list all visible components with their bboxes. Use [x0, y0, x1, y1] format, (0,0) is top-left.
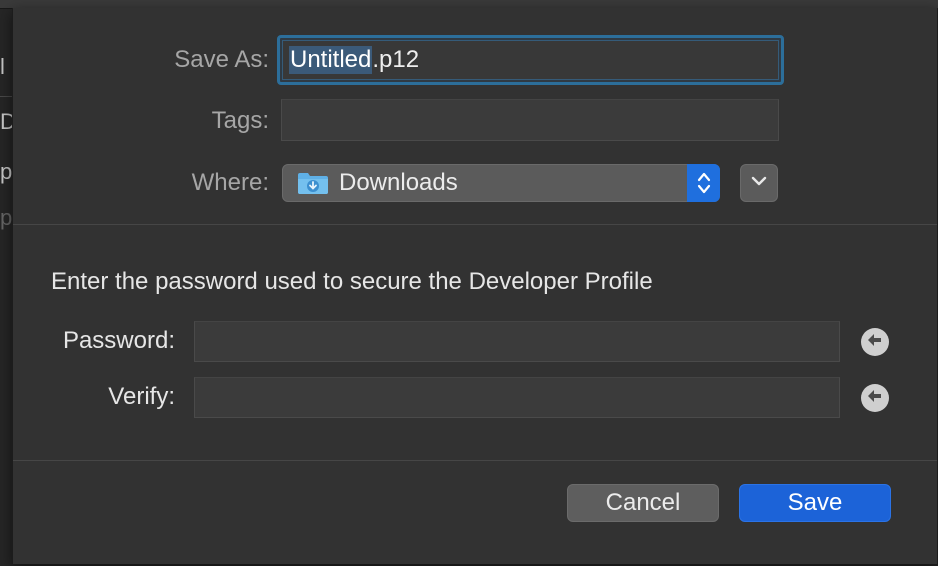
password-prompt: Enter the password used to secure the De…	[51, 268, 653, 295]
arrow-left-icon	[867, 389, 883, 408]
background-text-fragment: l	[0, 55, 5, 79]
footer-divider	[13, 460, 937, 461]
tags-label: Tags:	[211, 107, 269, 134]
downloads-folder-icon	[297, 171, 329, 195]
expand-browser-button[interactable]	[740, 164, 778, 202]
section-divider	[13, 224, 937, 225]
filename-base-selected: Untitled	[289, 46, 373, 74]
filename-extension: .p12	[372, 46, 420, 73]
save-as-input[interactable]: Untitled .p12	[282, 40, 779, 80]
verify-label: Verify:	[108, 383, 175, 410]
password-clear-button[interactable]	[861, 328, 889, 356]
up-down-chevron-icon	[687, 164, 720, 202]
save-as-field[interactable]: Untitled .p12	[277, 35, 784, 85]
where-value: Downloads	[339, 169, 458, 196]
save-dialog-sheet: Save As: Untitled .p12 Tags: Where: Downl…	[12, 8, 938, 564]
chevron-down-icon	[750, 174, 768, 192]
verify-field[interactable]	[194, 377, 840, 418]
save-as-label: Save As:	[174, 46, 269, 73]
background-divider	[0, 96, 12, 97]
background-text-fragment: D	[0, 110, 12, 134]
where-popup-button[interactable]: Downloads	[282, 164, 720, 202]
tags-field[interactable]	[281, 99, 779, 141]
save-button[interactable]: Save	[739, 484, 891, 522]
arrow-left-icon	[867, 333, 883, 352]
background-text-fragment: p	[0, 206, 12, 230]
password-field[interactable]	[194, 321, 840, 362]
password-label: Password:	[62, 327, 175, 354]
background-text-fragment: p	[0, 160, 12, 184]
cancel-button[interactable]: Cancel	[567, 484, 719, 522]
where-label: Where:	[191, 169, 269, 196]
verify-clear-button[interactable]	[861, 384, 889, 412]
